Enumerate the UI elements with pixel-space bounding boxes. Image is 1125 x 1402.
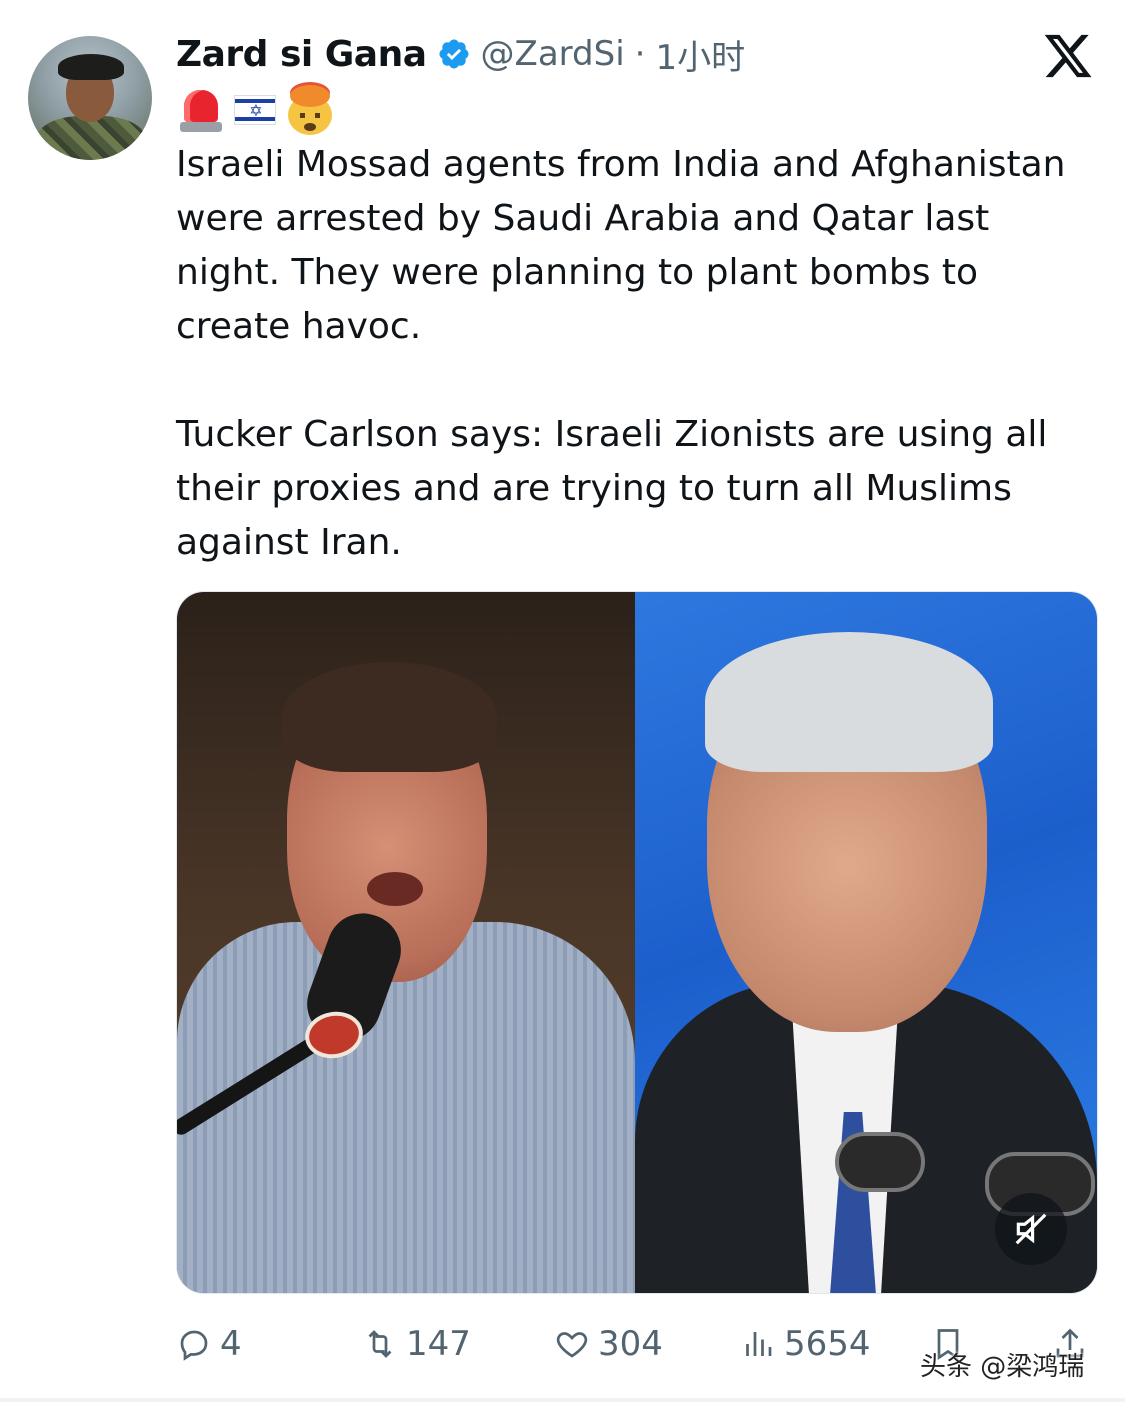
mute-button[interactable] xyxy=(995,1193,1067,1265)
x-logo-icon[interactable] xyxy=(1040,30,1096,82)
like-button[interactable]: 304 xyxy=(554,1316,663,1372)
like-count: 304 xyxy=(598,1324,663,1364)
tweet-header: Zard si Gana @ZardSi · 1小时 xyxy=(176,26,745,82)
media-photo-right xyxy=(635,592,1097,1293)
police-siren-emoji xyxy=(178,86,224,134)
views-icon xyxy=(746,1332,772,1356)
retweet-button[interactable]: 147 xyxy=(362,1316,471,1372)
israel-flag-emoji: ✡ xyxy=(234,95,276,125)
tweet-paragraph-2: Tucker Carlson says: Israeli Zionists ar… xyxy=(176,414,1048,563)
reply-button[interactable]: 4 xyxy=(176,1316,242,1372)
avatar[interactable] xyxy=(28,36,152,160)
tweet-text: Israeli Mossad agents from India and Afg… xyxy=(176,138,1096,570)
view-count: 5654 xyxy=(784,1324,871,1364)
retweet-icon xyxy=(368,1330,392,1358)
reply-count: 4 xyxy=(220,1324,242,1364)
reply-icon xyxy=(180,1330,208,1361)
views-button[interactable]: 5654 xyxy=(740,1316,871,1372)
emoji-row: ✡ xyxy=(178,84,336,136)
avatar-uniform xyxy=(36,116,146,160)
exploding-head-emoji xyxy=(286,85,336,135)
separator: · xyxy=(634,34,646,74)
handle[interactable]: @ZardSi xyxy=(481,34,625,74)
tweet-paragraph-1: Israeli Mossad agents from India and Afg… xyxy=(176,144,1066,347)
divider xyxy=(0,1398,1125,1402)
timestamp[interactable]: 1小时 xyxy=(655,30,745,79)
tweet-media[interactable] xyxy=(176,591,1098,1294)
display-name[interactable]: Zard si Gana xyxy=(176,34,427,75)
retweet-count: 147 xyxy=(406,1324,471,1364)
tweet-card: Zard si Gana @ZardSi · 1小时 ✡ Israeli Mos… xyxy=(0,0,1125,1402)
heart-icon xyxy=(556,1332,588,1358)
watermark: 头条 @梁鸿瑞 xyxy=(920,1352,1085,1382)
media-photo-left xyxy=(177,592,635,1293)
mute-icon xyxy=(1015,1213,1047,1245)
verified-badge-icon xyxy=(439,39,469,69)
avatar-beret xyxy=(58,54,124,80)
